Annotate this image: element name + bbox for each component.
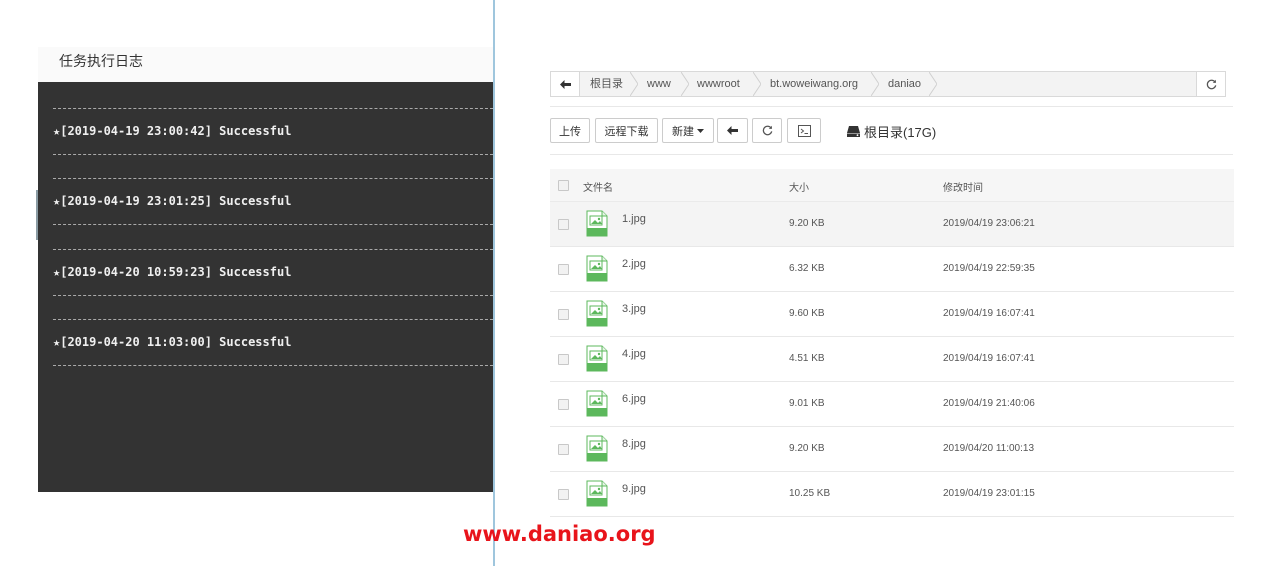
breadcrumb-item-root[interactable]: 根目录 [590, 72, 623, 96]
log-divider [53, 108, 493, 109]
file-size: 9.01 KB [789, 398, 825, 409]
row-checkbox[interactable] [558, 354, 569, 365]
log-divider [53, 365, 493, 366]
log-entry: ★[2019-04-20 10:59:23] Successful [38, 223, 494, 296]
disk-info: 根目录(17G) [847, 122, 936, 141]
file-modified-time: 2019/04/20 11:00:13 [943, 443, 1035, 454]
log-line: ★[2019-04-19 23:01:25] Successful [53, 194, 292, 208]
new-button-label: 新建 [672, 125, 694, 138]
terminal-button[interactable] [787, 118, 821, 143]
file-row[interactable]: 9.jpg 10.25 KB 2019/04/19 23:01:15 [550, 472, 1234, 517]
file-size: 6.32 KB [789, 263, 825, 274]
table-header: 文件名 大小 修改时间 [550, 169, 1234, 202]
breadcrumb-separator-icon [681, 72, 689, 96]
jpg-file-icon [586, 345, 608, 372]
jpg-file-icon [586, 435, 608, 462]
file-row[interactable]: 6.jpg 9.01 KB 2019/04/19 21:40:06 [550, 382, 1234, 427]
jpg-file-icon [586, 480, 608, 507]
arrow-left-icon [727, 126, 738, 135]
refresh-button[interactable] [752, 118, 782, 143]
log-entry: ★[2019-04-20 11:03:00] Successful [38, 293, 494, 366]
toolbar-separator [550, 106, 1233, 107]
row-checkbox[interactable] [558, 399, 569, 410]
log-divider [53, 178, 493, 179]
file-modified-time: 2019/04/19 23:06:21 [943, 218, 1035, 229]
file-modified-time: 2019/04/19 21:40:06 [943, 398, 1035, 409]
breadcrumb-separator-icon [929, 72, 937, 96]
file-size: 9.60 KB [789, 308, 825, 319]
breadcrumb-back-button[interactable] [551, 72, 580, 96]
column-header-size[interactable]: 大小 [789, 179, 809, 194]
jpg-file-icon [586, 210, 608, 237]
log-entry: ★[2019-04-19 23:01:25] Successful [38, 152, 494, 225]
file-size: 9.20 KB [789, 443, 825, 454]
hard-drive-icon [847, 126, 860, 137]
watermark: www.daniao.org [463, 522, 656, 546]
file-table: 文件名 大小 修改时间 1.jpg 9.20 KB 2019/04/19 23:06… [550, 169, 1234, 517]
breadcrumb-separator-icon [630, 72, 638, 96]
file-name[interactable]: 8.jpg [622, 438, 646, 450]
breadcrumb-item-wwwroot[interactable]: wwwroot [697, 72, 740, 96]
terminal-icon [797, 124, 811, 137]
remote-download-button-label: 远程下载 [604, 125, 649, 138]
disk-info-label: 根目录(17G) [864, 125, 937, 140]
log-line: ★[2019-04-20 10:59:23] Successful [53, 265, 292, 279]
column-header-name[interactable]: 文件名 [583, 179, 613, 194]
breadcrumb-item-site[interactable]: bt.woweiwang.org [770, 72, 858, 96]
jpg-file-icon [586, 390, 608, 417]
file-manager-panel: 根目录 www wwwroot bt.woweiwang.org daniao … [495, 0, 1271, 566]
log-divider [53, 249, 493, 250]
breadcrumb: 根目录 www wwwroot bt.woweiwang.org daniao [550, 71, 1226, 97]
file-name[interactable]: 4.jpg [622, 348, 646, 360]
column-header-modified[interactable]: 修改时间 [943, 179, 983, 194]
file-name[interactable]: 6.jpg [622, 393, 646, 405]
row-checkbox[interactable] [558, 219, 569, 230]
file-modified-time: 2019/04/19 16:07:41 [943, 353, 1035, 364]
breadcrumb-item-www[interactable]: www [647, 72, 671, 96]
caret-down-icon [697, 128, 704, 133]
file-size: 9.20 KB [789, 218, 825, 229]
log-line: ★[2019-04-19 23:00:42] Successful [53, 124, 292, 138]
refresh-icon [1206, 79, 1216, 89]
select-all-checkbox[interactable] [558, 180, 569, 191]
file-modified-time: 2019/04/19 22:59:35 [943, 263, 1035, 274]
upload-button-label: 上传 [559, 125, 581, 138]
remote-download-button[interactable]: 远程下载 [595, 118, 658, 143]
file-modified-time: 2019/04/19 16:07:41 [943, 308, 1035, 319]
file-modified-time: 2019/04/19 23:01:15 [943, 488, 1035, 499]
file-row[interactable]: 3.jpg 9.60 KB 2019/04/19 16:07:41 [550, 292, 1234, 337]
task-log-title: 任务执行日志 [38, 47, 494, 82]
file-row[interactable]: 4.jpg 4.51 KB 2019/04/19 16:07:41 [550, 337, 1234, 382]
file-row[interactable]: 2.jpg 6.32 KB 2019/04/19 22:59:35 [550, 247, 1234, 292]
row-checkbox[interactable] [558, 309, 569, 320]
log-entry: ★[2019-04-19 23:00:42] Successful [38, 82, 494, 155]
back-button[interactable] [717, 118, 748, 143]
new-dropdown-button[interactable]: 新建 [662, 118, 714, 143]
file-name[interactable]: 2.jpg [622, 258, 646, 270]
jpg-file-icon [586, 300, 608, 327]
file-row[interactable]: 1.jpg 9.20 KB 2019/04/19 23:06:21 [550, 202, 1234, 247]
row-checkbox[interactable] [558, 444, 569, 455]
file-name[interactable]: 3.jpg [622, 303, 646, 315]
breadcrumb-separator-icon [871, 72, 879, 96]
log-line: ★[2019-04-20 11:03:00] Successful [53, 335, 292, 349]
task-log-console[interactable]: ★[2019-04-19 23:00:42] Successful ★[2019… [38, 82, 494, 492]
breadcrumb-separator-icon [753, 72, 761, 96]
breadcrumb-item-daniao[interactable]: daniao [888, 72, 921, 96]
file-name[interactable]: 1.jpg [622, 213, 646, 225]
file-name[interactable]: 9.jpg [622, 483, 646, 495]
table-separator [550, 154, 1233, 155]
task-log-panel: 任务执行日志 ★[2019-04-19 23:00:42] Successful… [38, 47, 494, 492]
upload-button[interactable]: 上传 [550, 118, 590, 143]
jpg-file-icon [586, 255, 608, 282]
file-size: 4.51 KB [789, 353, 825, 364]
row-checkbox[interactable] [558, 489, 569, 500]
refresh-icon [762, 125, 772, 136]
arrow-left-icon [559, 79, 571, 89]
file-row[interactable]: 8.jpg 9.20 KB 2019/04/20 11:00:13 [550, 427, 1234, 472]
breadcrumb-refresh-button[interactable] [1196, 72, 1225, 96]
log-divider [53, 319, 493, 320]
file-size: 10.25 KB [789, 488, 831, 499]
row-checkbox[interactable] [558, 264, 569, 275]
